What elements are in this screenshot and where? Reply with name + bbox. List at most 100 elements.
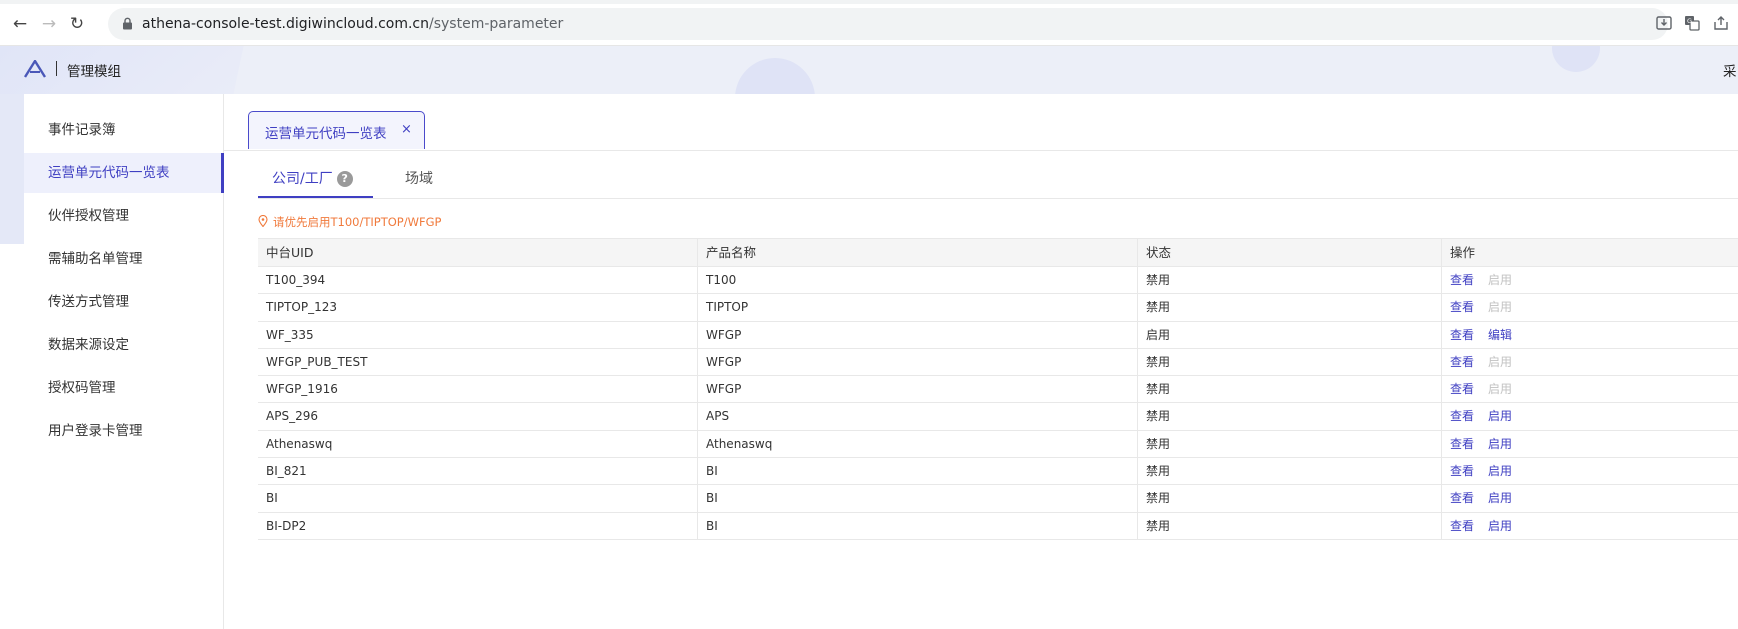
view-button[interactable]: 查看 [1450, 513, 1474, 540]
sidebar-item-partner-authorization[interactable]: 伙伴授权管理 [24, 196, 223, 236]
table-row: WFGP_PUB_TEST WFGP 禁用 查看 启用 [258, 348, 1738, 377]
lock-icon [123, 17, 132, 30]
cell-uid: WFGP_1916 [258, 376, 698, 403]
cell-uid: T100_394 [258, 267, 698, 294]
translate-icon[interactable]: G [1683, 14, 1701, 32]
sidebar-item-login-card[interactable]: 用户登录卡管理 [24, 411, 223, 451]
view-button[interactable]: 查看 [1450, 294, 1474, 321]
sidebar-menu: 事件记录簿 运营单元代码一览表 伙伴授权管理 需辅助名单管理 传送方式管理 数据… [24, 94, 224, 629]
cell-actions: 查看 启用 [1442, 458, 1738, 484]
cell-actions: 查看 启用 [1442, 403, 1738, 429]
address-bar[interactable]: athena-console-test.digiwincloud.com.cn/… [108, 8, 1668, 40]
tab-site[interactable]: 场域 [405, 168, 433, 188]
cell-product: WFGP [698, 321, 1138, 348]
view-button[interactable]: 查看 [1450, 267, 1474, 294]
table-row: WF_335 WFGP 启用 查看 编辑 [258, 321, 1738, 349]
cell-uid: WF_335 [258, 321, 698, 348]
sidebar-item-event-log[interactable]: 事件记录簿 [24, 110, 223, 150]
cell-status: 启用 [1138, 321, 1442, 348]
enable-button[interactable]: 启用 [1488, 458, 1512, 485]
cell-product: WFGP [698, 348, 1138, 376]
enable-button: 启用 [1488, 300, 1513, 315]
cell-actions: 查看 启用 [1442, 349, 1738, 375]
back-arrow-icon[interactable]: ← [10, 14, 30, 34]
page-tab-strip: 运营单元代码一览表 × [224, 94, 1738, 151]
cell-status: 禁用 [1138, 485, 1442, 512]
enable-button[interactable]: 启用 [1488, 513, 1512, 540]
cell-product: APS [698, 403, 1138, 430]
edit-button[interactable]: 编辑 [1488, 322, 1512, 349]
page-tab-operation-unit-codes[interactable]: 运营单元代码一览表 × [248, 111, 425, 149]
view-button[interactable]: 查看 [1450, 349, 1474, 376]
cell-status: 禁用 [1138, 512, 1442, 539]
reload-icon[interactable]: ↻ [67, 14, 87, 34]
sidebar-item-assist-list[interactable]: 需辅助名单管理 [24, 239, 223, 279]
install-app-icon[interactable] [1655, 14, 1673, 32]
cell-uid: WFGP_PUB_TEST [258, 348, 698, 376]
cell-product: BI [698, 512, 1138, 539]
url-host: athena-console-test.digiwincloud.com.cn [142, 16, 429, 32]
cell-product: WFGP [698, 376, 1138, 403]
enable-button: 启用 [1488, 273, 1513, 287]
sidebar-item-data-source[interactable]: 数据来源设定 [24, 325, 223, 365]
enable-button[interactable]: 启用 [1488, 431, 1512, 458]
cell-status: 禁用 [1138, 403, 1442, 430]
cell-uid: TIPTOP_123 [258, 294, 698, 321]
column-header-actions: 操作 [1450, 245, 1476, 260]
table-row: T100_394 T100 禁用 查看 启用 [258, 267, 1738, 295]
forward-arrow-icon[interactable]: → [39, 14, 59, 34]
cell-status: 禁用 [1138, 430, 1442, 458]
left-decoration-strip [0, 94, 24, 244]
view-button[interactable]: 查看 [1450, 458, 1474, 485]
cell-uid: BI_821 [258, 458, 698, 485]
sidebar-item-auth-code[interactable]: 授权码管理 [24, 368, 223, 408]
cell-product: Athenaswq [698, 430, 1138, 458]
help-icon[interactable]: ? [336, 171, 353, 187]
view-button[interactable]: 查看 [1450, 431, 1474, 458]
cell-actions: 查看 启用 [1442, 267, 1738, 293]
table-header-row: 中台UID 产品名称 状态 操作 [258, 239, 1738, 267]
share-icon[interactable] [1712, 14, 1730, 32]
sidebar-item-operation-unit-codes[interactable]: 运营单元代码一览表 [24, 153, 224, 193]
app-header: 管理模组 采 [0, 46, 1738, 94]
cell-uid: BI-DP2 [258, 512, 698, 539]
view-button[interactable]: 查看 [1450, 376, 1474, 403]
cell-status: 禁用 [1138, 458, 1442, 485]
enable-button[interactable]: 启用 [1488, 403, 1512, 430]
header-divider [56, 61, 57, 76]
cell-product: BI [698, 485, 1138, 512]
column-header-product: 产品名称 [698, 239, 1138, 266]
cell-actions: 查看 启用 [1442, 485, 1738, 511]
view-button[interactable]: 查看 [1450, 485, 1474, 512]
enable-button[interactable]: 启用 [1488, 485, 1512, 512]
cell-actions: 查看 编辑 [1442, 322, 1738, 348]
enable-button: 启用 [1488, 382, 1513, 397]
url-path: /system-parameter [429, 16, 564, 32]
header-decoration-circle [735, 58, 815, 94]
cell-status: 禁用 [1138, 294, 1442, 321]
cell-uid: Athenaswq [258, 430, 698, 458]
table-row: BI_821 BI 禁用 查看 启用 [258, 458, 1738, 486]
tab-company-factory[interactable]: 公司/工厂? [272, 168, 353, 188]
close-icon[interactable]: × [401, 122, 412, 137]
location-pin-icon [258, 215, 268, 227]
table-row: BI-DP2 BI 禁用 查看 启用 [258, 512, 1738, 540]
table-row: WFGP_1916 WFGP 禁用 查看 启用 [258, 376, 1738, 404]
sidebar-item-transfer-method[interactable]: 传送方式管理 [24, 282, 223, 322]
sub-tabs: 公司/工厂? 场域 [258, 156, 1738, 199]
app-title: 管理模组 [67, 64, 121, 80]
cell-status: 禁用 [1138, 376, 1442, 403]
browser-tab-strip [0, 0, 1738, 4]
cell-actions: 查看 启用 [1442, 376, 1738, 402]
athena-logo-icon[interactable] [24, 60, 46, 78]
column-header-status: 状态 [1138, 239, 1442, 266]
cell-uid: BI [258, 485, 698, 512]
view-button[interactable]: 查看 [1450, 322, 1474, 349]
view-button[interactable]: 查看 [1450, 403, 1474, 430]
main-content: 运营单元代码一览表 × 公司/工厂? 场域 请优先启用T100/TIPTOP/W… [224, 94, 1738, 629]
enable-button: 启用 [1488, 354, 1513, 369]
header-right-text[interactable]: 采 [1723, 60, 1737, 80]
cell-actions: 查看 启用 [1442, 513, 1738, 539]
table-row: Athenaswq Athenaswq 禁用 查看 启用 [258, 430, 1738, 459]
cell-status: 禁用 [1138, 267, 1442, 294]
